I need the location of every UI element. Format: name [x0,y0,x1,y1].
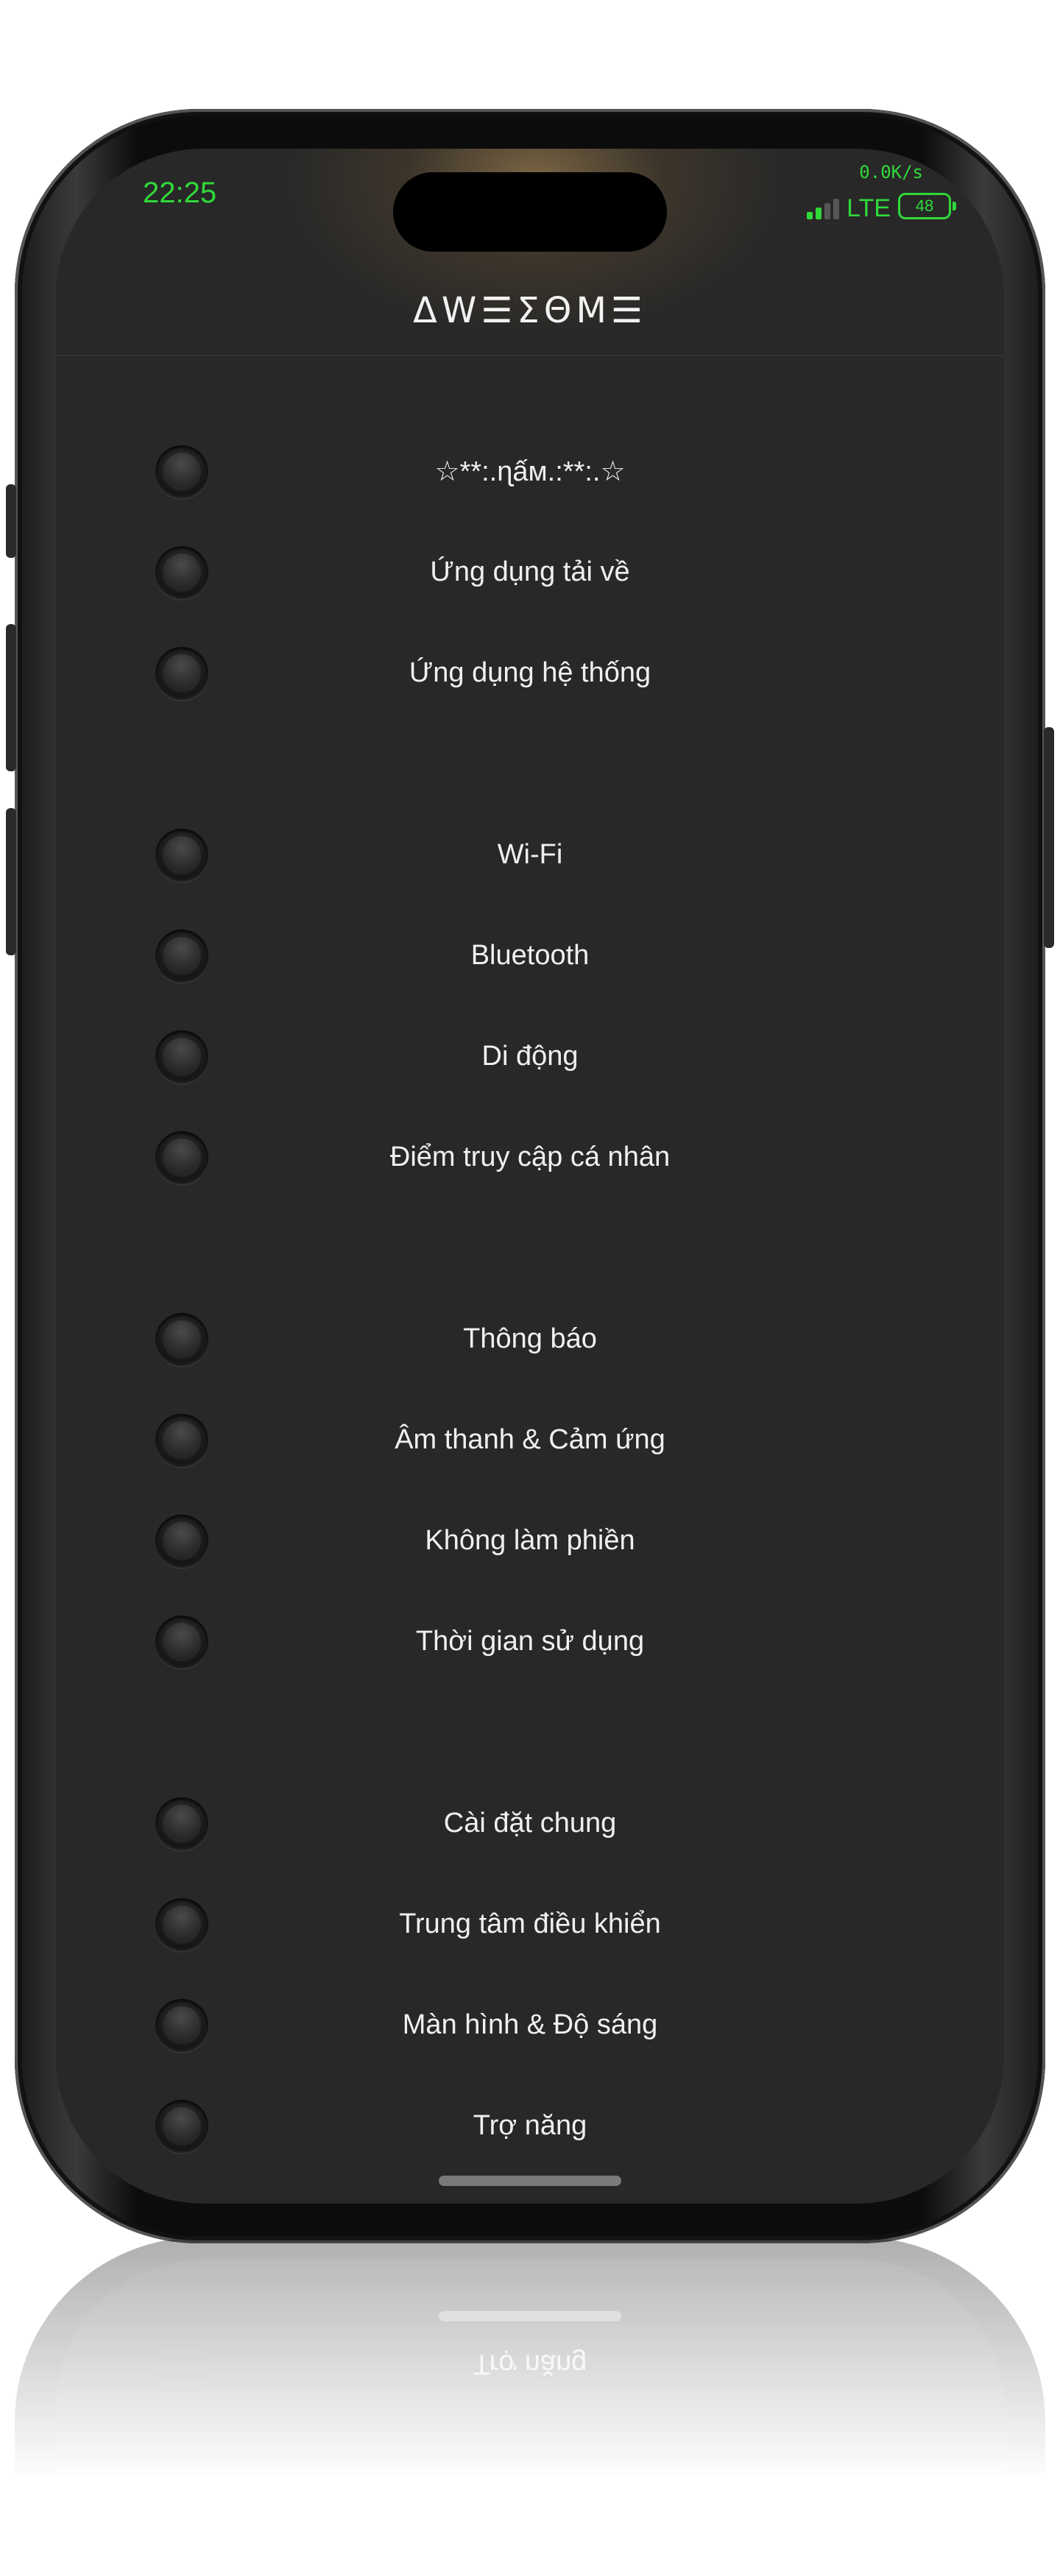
reflection-label: Trợ năng [473,2349,587,2379]
list-item[interactable]: Wi-Fi [56,804,1004,905]
list-item[interactable]: Thông báo [56,1289,1004,1390]
radio-icon[interactable] [155,1897,208,1951]
list-item-label: Di động [481,1041,579,1072]
list-item[interactable]: Ứng dụng hệ thống [56,623,1004,723]
home-indicator[interactable] [439,2176,621,2186]
battery-icon: 48 [898,193,956,219]
list-item-label: ☆**:.ɳấм.:**:.☆ [434,456,626,487]
phone-reflection: Trợ năng [15,2237,1045,2561]
list-item-label: Ứng dụng hệ thống [409,657,651,688]
reflection-screen: Trợ năng [56,2260,1004,2561]
section-notifications: Thông báo Âm thanh & Cảm ứng Không làm p… [56,1289,1004,1692]
radio-icon[interactable] [155,1130,208,1184]
radio-icon[interactable] [155,929,208,983]
list-item-label: Trung tâm điều khiển [399,1908,661,1939]
phone-frame: 22:25 0.0K/s LTE 48 ΔW☰ΣΘM☰ ☆**:.ɳấм.:**… [6,109,1054,2243]
status-time: 22:25 [143,177,217,209]
status-right: LTE 48 [807,193,956,222]
list-item-label: Màn hình & Độ sáng [402,2009,658,2040]
radio-icon[interactable] [155,1514,208,1568]
side-button-power [1044,727,1054,948]
list-item-label: Không làm phiền [425,1525,635,1556]
signal-bar [807,212,813,219]
signal-bar [816,208,822,219]
list-item[interactable]: Cài đặt chung [56,1773,1004,1874]
radio-icon[interactable] [155,828,208,882]
carrier-label: LTE [847,194,891,222]
net-speed: 0.0K/s [859,162,923,183]
side-button-volume-down [6,808,16,955]
list-item[interactable]: Trợ năng [56,2076,1004,2176]
list-item[interactable]: Điểm truy cập cá nhân [56,1107,1004,1208]
radio-icon[interactable] [155,545,208,599]
section-apps: ☆**:.ɳấм.:**:.☆ Ứng dụng tải về Ứng dụng… [56,421,1004,723]
status-bar: 22:25 0.0K/s LTE 48 [56,149,1004,266]
list-item-label: Trợ năng [473,2110,587,2141]
radio-icon[interactable] [155,1998,208,2052]
settings-list: ☆**:.ɳấм.:**:.☆ Ứng dụng tải về Ứng dụng… [56,362,1004,2176]
signal-bar [833,199,840,219]
list-item[interactable]: Ứng dụng tải về [56,522,1004,623]
nav-bar: ΔW☰ΣΘM☰ [56,266,1004,356]
radio-icon[interactable] [155,1030,208,1083]
radio-icon[interactable] [155,646,208,700]
radio-icon[interactable] [155,445,208,498]
list-item[interactable]: Âm thanh & Cảm ứng [56,1390,1004,1490]
signal-icon [807,197,840,219]
radio-icon[interactable] [155,1615,208,1669]
radio-icon[interactable] [155,1797,208,1850]
section-general: Cài đặt chung Trung tâm điều khiển Màn h… [56,1773,1004,2176]
page-title: ΔW☰ΣΘM☰ [413,290,647,331]
side-button-mute [6,484,16,558]
list-item-label: Thời gian sử dụng [415,1626,645,1657]
list-item-label: Thông báo [463,1323,597,1354]
list-item-label: Âm thanh & Cảm ứng [395,1424,665,1455]
screen: 22:25 0.0K/s LTE 48 ΔW☰ΣΘM☰ ☆**:.ɳấм.:**… [56,149,1004,2204]
list-item-label: Ứng dụng tải về [430,556,630,587]
list-item-label: Wi-Fi [497,839,563,870]
list-item-label: Bluetooth [470,940,590,971]
list-item[interactable]: Không làm phiền [56,1490,1004,1591]
list-item[interactable]: Di động [56,1006,1004,1107]
list-item-label: Cài đặt chung [443,1808,617,1839]
signal-bar [824,203,831,219]
radio-icon[interactable] [155,1312,208,1366]
list-item[interactable]: Thời gian sử dụng [56,1591,1004,1692]
reflection-frame: Trợ năng [15,2237,1045,2561]
radio-icon[interactable] [155,2099,208,2153]
side-button-volume-up [6,624,16,771]
dynamic-island [393,172,667,252]
radio-icon[interactable] [155,1413,208,1467]
list-item-label: Điểm truy cập cá nhân [389,1142,671,1172]
section-connectivity: Wi-Fi Bluetooth Di động Điểm truy cập cá… [56,804,1004,1208]
list-item[interactable]: ☆**:.ɳấм.:**:.☆ [56,421,1004,522]
list-item[interactable]: Bluetooth [56,905,1004,1006]
reflection-home-indicator [439,2311,621,2321]
list-item[interactable]: Màn hình & Độ sáng [56,1975,1004,2076]
list-item[interactable]: Trung tâm điều khiển [56,1874,1004,1975]
